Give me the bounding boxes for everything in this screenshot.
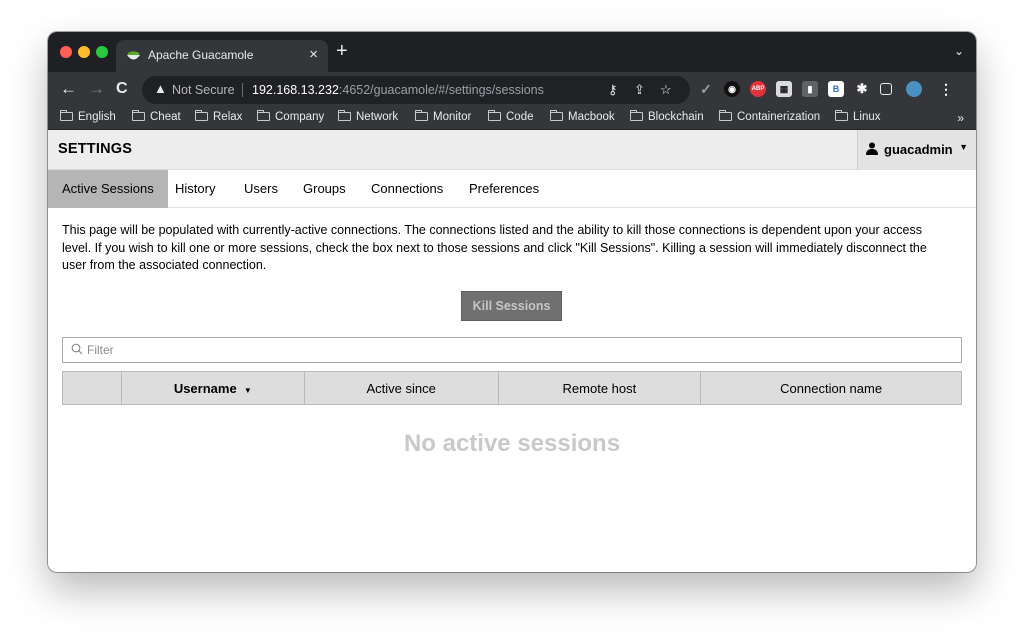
bookmark-label: Company bbox=[275, 111, 325, 123]
bookmark-company[interactable]: Company bbox=[257, 110, 325, 123]
folder-icon bbox=[195, 110, 208, 121]
folder-icon bbox=[550, 110, 563, 121]
user-icon bbox=[866, 142, 878, 155]
guacamole-bowl-icon bbox=[127, 51, 140, 60]
select-all-column[interactable] bbox=[62, 371, 122, 405]
profile-avatar[interactable] bbox=[906, 81, 922, 97]
zoom-window-button[interactable] bbox=[96, 46, 108, 58]
table-header-row: Username ▼ Active since Remote host Conn… bbox=[62, 371, 962, 405]
bookmarks-bar: English Cheat Relax Company Network Moni… bbox=[48, 108, 976, 130]
side-panel-icon[interactable] bbox=[880, 83, 892, 95]
folder-icon bbox=[835, 110, 848, 121]
tab-title: Apache Guacamole bbox=[148, 48, 254, 62]
bookmark-monitor[interactable]: Monitor bbox=[415, 110, 472, 123]
key-icon[interactable]: ⚷ bbox=[608, 82, 618, 98]
tab-connections[interactable]: Connections bbox=[357, 170, 457, 208]
forward-button[interactable]: → bbox=[88, 79, 105, 99]
bookmark-label: Code bbox=[506, 111, 534, 123]
folder-icon bbox=[719, 110, 732, 121]
browser-tab[interactable]: Apache Guacamole × bbox=[116, 40, 328, 72]
b-extension-icon[interactable]: B bbox=[828, 81, 844, 97]
bookmark-containerization[interactable]: Containerization bbox=[719, 110, 821, 123]
tab-active-sessions[interactable]: Active Sessions bbox=[48, 170, 168, 208]
bookmarks-overflow-icon[interactable]: » bbox=[957, 111, 964, 125]
security-label[interactable]: Not Secure bbox=[172, 83, 235, 97]
reload-button[interactable]: C bbox=[116, 79, 128, 99]
bookmark-linux[interactable]: Linux bbox=[835, 110, 881, 123]
bookmark-label: Cheat bbox=[150, 111, 181, 123]
menu-kebab-icon[interactable]: ⋮ bbox=[938, 81, 954, 97]
bookmark-label: English bbox=[78, 111, 116, 123]
settings-header: SETTINGS guacadmin ▼ bbox=[48, 130, 976, 170]
bookmark-label: Containerization bbox=[737, 111, 821, 123]
tab-close-icon[interactable]: × bbox=[309, 46, 318, 64]
share-icon[interactable]: ⇪ bbox=[634, 82, 645, 98]
user-menu[interactable]: guacadmin ▼ bbox=[857, 130, 976, 170]
new-tab-button[interactable]: + bbox=[336, 41, 348, 61]
username-column-header[interactable]: Username ▼ bbox=[120, 371, 305, 405]
page-title: SETTINGS bbox=[58, 141, 133, 157]
qr-extension-icon[interactable]: ▦ bbox=[776, 81, 792, 97]
tab-history[interactable]: History bbox=[161, 170, 229, 208]
bookmark-label: Network bbox=[356, 111, 399, 123]
settings-tabs: Active Sessions History Users Groups Con… bbox=[48, 170, 976, 208]
tab-users[interactable]: Users bbox=[230, 170, 292, 208]
tab-search-icon[interactable]: ⌄ bbox=[954, 44, 964, 58]
close-window-button[interactable] bbox=[60, 46, 72, 58]
intro-text: This page will be populated with current… bbox=[62, 223, 927, 272]
folder-icon bbox=[60, 110, 73, 121]
bookmark-label: Blockchain bbox=[648, 111, 704, 123]
puzzle-extensions-icon[interactable]: ✱ bbox=[854, 81, 870, 97]
address-separator bbox=[242, 83, 243, 97]
bookmark-code[interactable]: Code bbox=[488, 110, 534, 123]
minimize-window-button[interactable] bbox=[78, 46, 90, 58]
url-host: 192.168.13.232 bbox=[252, 83, 339, 97]
tab-groups[interactable]: Groups bbox=[289, 170, 360, 208]
connection-name-column-header[interactable]: Connection name bbox=[700, 371, 962, 405]
chevron-down-icon: ▼ bbox=[959, 142, 968, 152]
folder-icon bbox=[257, 110, 270, 121]
empty-sessions-message: No active sessions bbox=[403, 430, 621, 457]
folder-icon bbox=[415, 110, 428, 121]
bookmark-cheat[interactable]: Cheat bbox=[132, 110, 181, 123]
folder-icon bbox=[630, 110, 643, 121]
bookmark-label: Relax bbox=[213, 111, 243, 123]
bookmark-label: Monitor bbox=[433, 111, 472, 123]
bookmark-relax[interactable]: Relax bbox=[195, 110, 243, 123]
bookmark-english[interactable]: English bbox=[60, 110, 116, 123]
kill-sessions-button[interactable]: Kill Sessions bbox=[461, 291, 562, 321]
bookmark-network[interactable]: Network bbox=[338, 110, 399, 123]
filter-input[interactable] bbox=[87, 340, 947, 360]
folder-icon bbox=[338, 110, 351, 121]
column-label: Username bbox=[173, 380, 237, 396]
check-extension-icon[interactable]: ✓ bbox=[698, 81, 714, 97]
shield-extension-icon[interactable]: ▮ bbox=[802, 81, 818, 97]
folder-icon bbox=[488, 110, 501, 121]
folder-icon bbox=[132, 110, 145, 121]
url-text[interactable]: 192.168.13.232:4652/guacamole/#/settings… bbox=[252, 83, 544, 97]
bookmark-macbook[interactable]: Macbook bbox=[550, 110, 615, 123]
remote-host-column-header[interactable]: Remote host bbox=[497, 371, 702, 405]
warning-icon: ▲ bbox=[154, 81, 167, 96]
bookmark-blockchain[interactable]: Blockchain bbox=[630, 110, 704, 123]
tab-preferences[interactable]: Preferences bbox=[455, 170, 553, 208]
browser-window: Apache Guacamole × + ⌄ ← → C ▲ Not Secur… bbox=[48, 32, 976, 572]
search-icon bbox=[71, 343, 83, 355]
sessions-table: Username ▼ Active since Remote host Conn… bbox=[62, 371, 962, 405]
bookmark-star-icon[interactable]: ☆ bbox=[660, 82, 672, 98]
username-label: guacadmin bbox=[884, 142, 953, 157]
filter-box bbox=[62, 337, 962, 363]
eye-extension-icon[interactable]: ◉ bbox=[724, 81, 740, 97]
back-button[interactable]: ← bbox=[60, 79, 77, 99]
bookmark-label: Macbook bbox=[568, 111, 615, 123]
tab-strip: Apache Guacamole × + ⌄ bbox=[48, 32, 976, 72]
bookmark-label: Linux bbox=[853, 111, 881, 123]
address-bar[interactable]: ▲ Not Secure 192.168.13.232:4652/guacamo… bbox=[142, 76, 690, 104]
browser-toolbar: ← → C ▲ Not Secure 192.168.13.232:4652/g… bbox=[48, 72, 976, 108]
sort-descending-icon: ▼ bbox=[243, 385, 252, 395]
active-since-column-header[interactable]: Active since bbox=[303, 371, 499, 405]
adblock-extension-icon[interactable]: ABP bbox=[750, 81, 766, 97]
url-path: :4652/guacamole/#/settings/sessions bbox=[338, 83, 544, 97]
